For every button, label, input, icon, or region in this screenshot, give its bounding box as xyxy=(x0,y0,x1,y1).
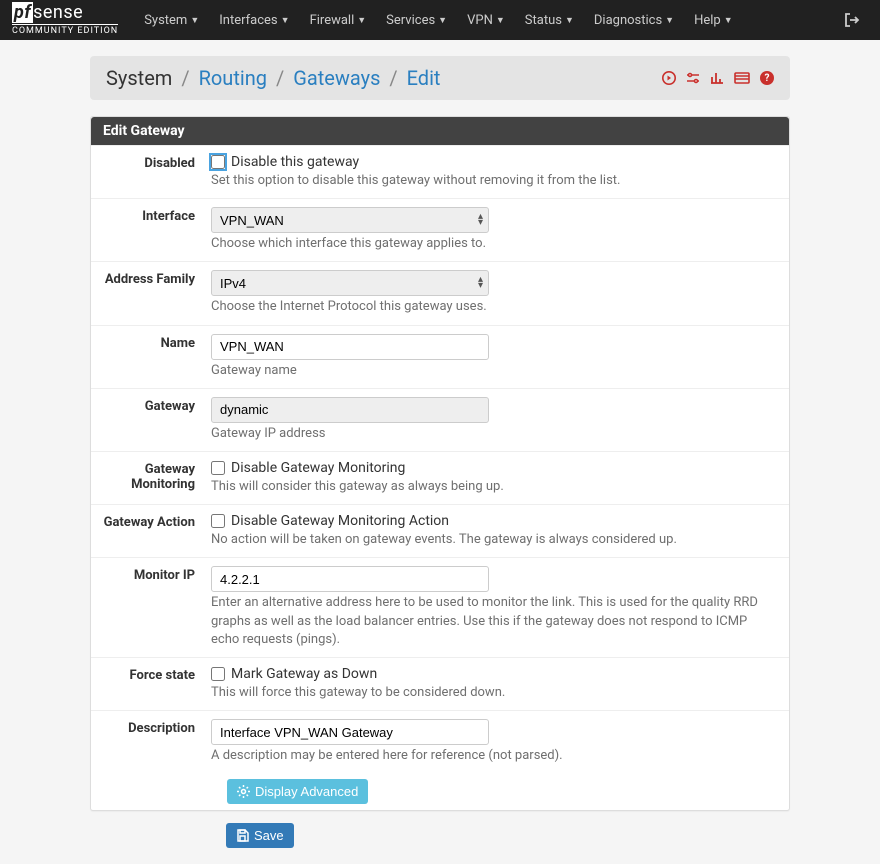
disabled-help: Set this option to disable this gateway … xyxy=(211,172,775,190)
breadcrumb: System / Routing / Gateways / Edit xyxy=(106,66,662,90)
breadcrumb-gateways[interactable]: Gateways xyxy=(293,66,380,90)
label-address-family: Address Family xyxy=(91,270,211,316)
breadcrumb-bar: System / Routing / Gateways / Edit ? xyxy=(90,56,790,100)
label-name: Name xyxy=(91,334,211,380)
graph-icon[interactable] xyxy=(710,71,724,85)
label-disabled: Disabled xyxy=(91,154,211,190)
description-input[interactable] xyxy=(211,719,489,745)
label-monitor-ip: Monitor IP xyxy=(91,566,211,649)
monitoring-help: This will consider this gateway as alway… xyxy=(211,478,775,496)
disabled-check-label: Disable this gateway xyxy=(231,154,359,170)
breadcrumb-routing[interactable]: Routing xyxy=(199,66,267,90)
name-help: Gateway name xyxy=(211,362,775,380)
force-state-help: This will force this gateway to be consi… xyxy=(211,684,775,702)
address-family-select[interactable]: IPv4 xyxy=(211,270,489,296)
label-action: Gateway Action xyxy=(91,513,211,549)
label-force-state: Force state xyxy=(91,666,211,702)
gateway-help: Gateway IP address xyxy=(211,425,775,443)
action-checkbox[interactable] xyxy=(211,514,225,528)
monitoring-check-label: Disable Gateway Monitoring xyxy=(231,460,405,476)
force-state-checkbox[interactable] xyxy=(211,667,225,681)
nav-interfaces[interactable]: Interfaces▼ xyxy=(211,5,297,36)
nav-help[interactable]: Help▼ xyxy=(686,5,741,36)
breadcrumb-root: System xyxy=(106,66,172,90)
action-check-label: Disable Gateway Monitoring Action xyxy=(231,513,449,529)
label-interface: Interface xyxy=(91,207,211,253)
action-help: No action will be taken on gateway event… xyxy=(211,531,775,549)
nav-vpn[interactable]: VPN▼ xyxy=(459,5,513,36)
interface-help: Choose which interface this gateway appl… xyxy=(211,235,775,253)
label-description: Description xyxy=(91,719,211,765)
display-advanced-button[interactable]: Display Advanced xyxy=(227,779,368,804)
description-help: A description may be entered here for re… xyxy=(211,747,775,765)
top-navbar: pfsense COMMUNITY EDITION System▼ Interf… xyxy=(0,0,880,40)
help-icon[interactable]: ? xyxy=(760,71,774,85)
disabled-checkbox[interactable] xyxy=(211,155,225,169)
nav-status[interactable]: Status▼ xyxy=(517,5,582,36)
interface-select[interactable]: VPN_WAN xyxy=(211,207,489,233)
force-state-check-label: Mark Gateway as Down xyxy=(231,666,377,682)
label-gateway: Gateway xyxy=(91,397,211,443)
nav-system[interactable]: System▼ xyxy=(136,5,207,36)
panel-title: Edit Gateway xyxy=(91,117,789,145)
edit-gateway-panel: Edit Gateway Disabled Disable this gatew… xyxy=(90,116,790,811)
logout-icon[interactable] xyxy=(836,5,868,35)
nav-diagnostics[interactable]: Diagnostics▼ xyxy=(586,5,682,36)
monitor-ip-input[interactable] xyxy=(211,566,489,592)
breadcrumb-edit[interactable]: Edit xyxy=(407,66,441,90)
nav-menu: System▼ Interfaces▼ Firewall▼ Services▼ … xyxy=(136,5,836,36)
nav-firewall[interactable]: Firewall▼ xyxy=(302,5,375,36)
log-icon[interactable] xyxy=(734,72,750,84)
gateway-input[interactable] xyxy=(211,397,489,423)
save-button[interactable]: Save xyxy=(226,823,294,848)
monitoring-checkbox[interactable] xyxy=(211,461,225,475)
save-icon xyxy=(236,829,249,842)
label-monitoring: Gateway Monitoring xyxy=(91,460,211,496)
address-family-help: Choose the Internet Protocol this gatewa… xyxy=(211,298,775,316)
logo[interactable]: pfsense COMMUNITY EDITION xyxy=(12,4,118,36)
logo-subtitle: COMMUNITY EDITION xyxy=(12,24,118,36)
nav-services[interactable]: Services▼ xyxy=(378,5,455,36)
gear-icon xyxy=(237,785,250,798)
name-input[interactable] xyxy=(211,334,489,360)
service-status-icon[interactable] xyxy=(662,71,676,85)
settings-icon[interactable] xyxy=(686,71,700,85)
monitor-ip-help: Enter an alternative address here to be … xyxy=(211,594,775,649)
svg-text:?: ? xyxy=(765,73,770,84)
